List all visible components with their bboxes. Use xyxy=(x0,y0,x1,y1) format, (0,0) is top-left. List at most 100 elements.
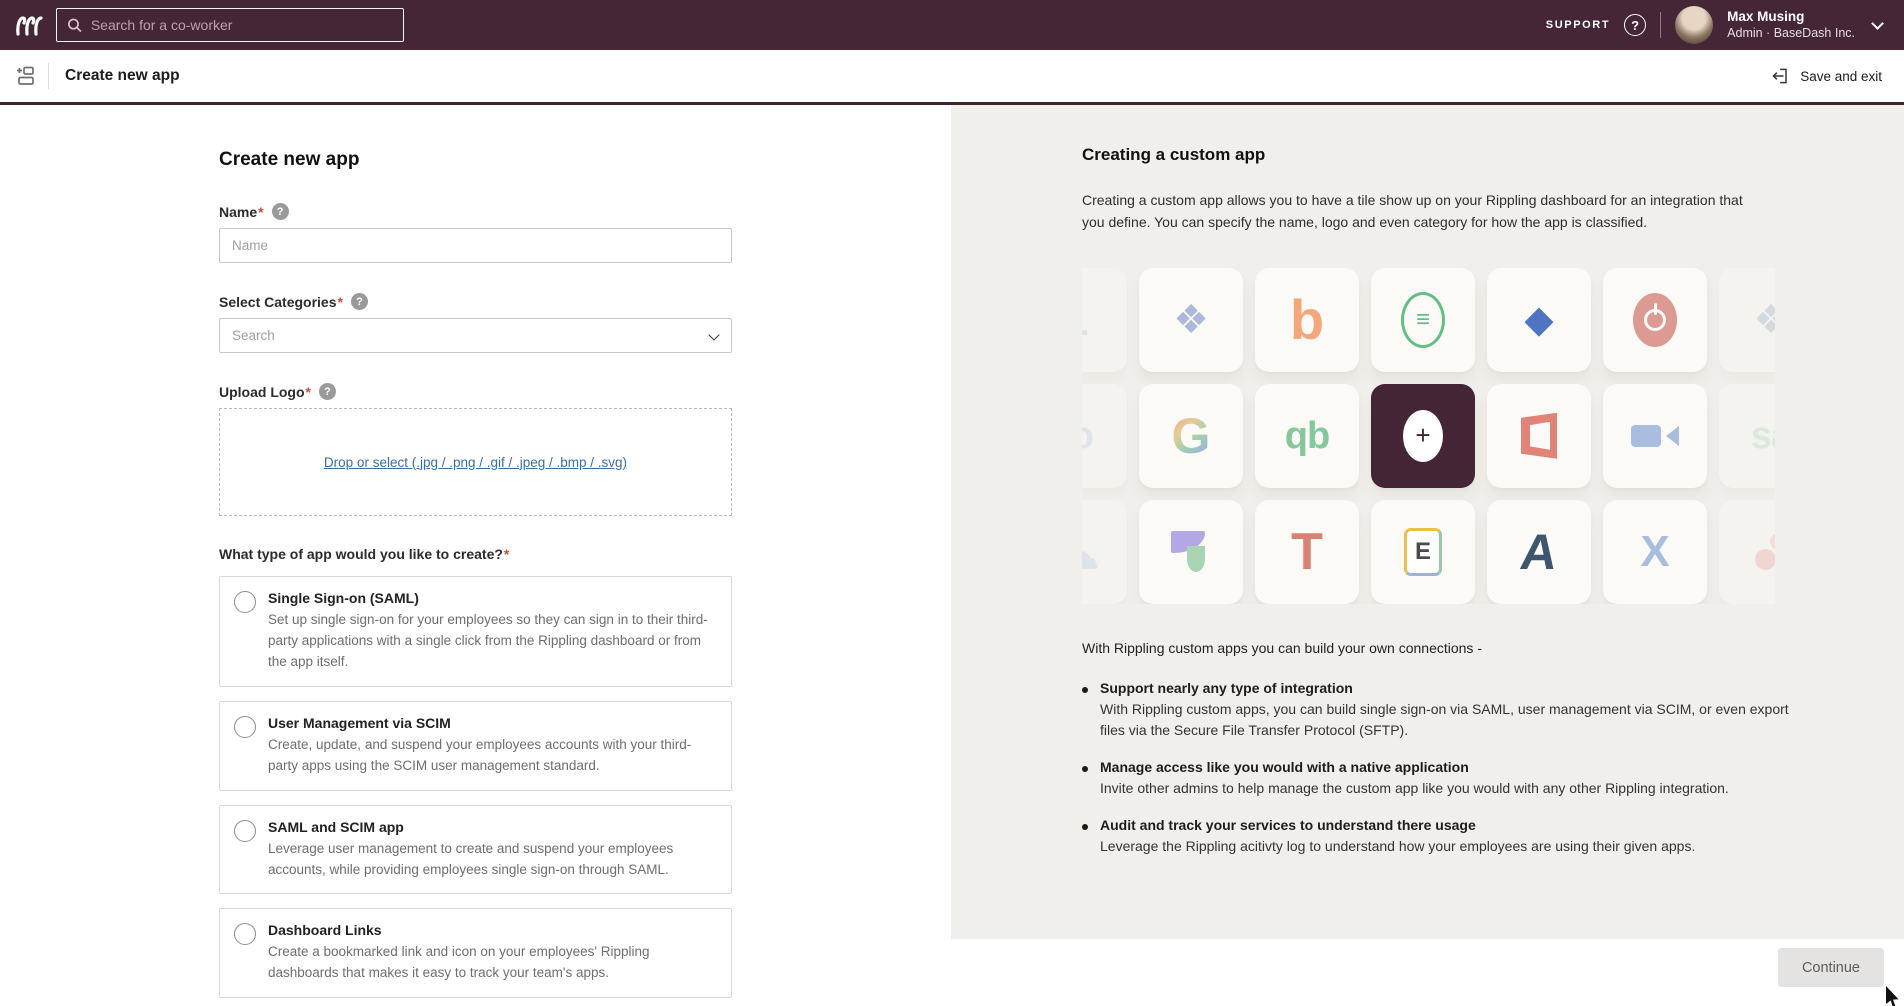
app-tile-letter-t: T xyxy=(1255,500,1359,604)
panel-heading: Creating a custom app xyxy=(1082,145,1864,165)
option-description: Create, update, and suspend your employe… xyxy=(268,735,715,777)
app-tile-leaf xyxy=(1139,500,1243,604)
app-tile-partial-dots xyxy=(1719,500,1775,604)
drop-or-select-link[interactable]: Drop or select (.jpg / .png / .gif / .jp… xyxy=(324,455,627,470)
option-description: Set up single sign-on for your employees… xyxy=(268,610,715,673)
upload-logo-label: Upload Logo* xyxy=(219,384,311,400)
chevron-down-icon[interactable] xyxy=(1871,17,1884,30)
panel-intro: Creating a custom app allows you to have… xyxy=(1082,189,1762,234)
app-tile-green-lines-oval: ≡ xyxy=(1371,268,1475,372)
app-tile-partial-ro: ro xyxy=(1082,384,1127,488)
categories-label: Select Categories* xyxy=(219,294,343,310)
app-tile-partial-cloud: ☁ xyxy=(1082,500,1127,604)
search-icon xyxy=(67,17,82,33)
required-asterisk: * xyxy=(258,204,263,220)
bullet-icon xyxy=(1082,687,1088,693)
support-link[interactable]: SUPPORT xyxy=(1546,19,1610,31)
exit-icon xyxy=(1771,66,1791,86)
app-type-question: What type of app would you like to creat… xyxy=(219,546,732,562)
plus-icon: + xyxy=(1403,410,1443,462)
app-tile-partial-sa: sa xyxy=(1719,384,1775,488)
option-dashboard-links[interactable]: Dashboard Links Create a bookmarked link… xyxy=(219,908,732,998)
form-heading: Create new app xyxy=(219,149,732,171)
user-name: Max Musing xyxy=(1727,9,1855,26)
option-title: Dashboard Links xyxy=(268,922,715,938)
app-tile-partial-one: 1 xyxy=(1082,268,1127,372)
required-asterisk: * xyxy=(504,546,509,562)
rippling-logo-icon[interactable] xyxy=(14,10,44,40)
list-item: Manage access like you would with a nati… xyxy=(1082,759,1812,800)
logo-dropzone[interactable]: Drop or select (.jpg / .png / .gif / .jp… xyxy=(219,408,732,516)
name-label: Name* xyxy=(219,204,264,220)
custom-app-info-pane: Creating a custom app Creating a custom … xyxy=(951,105,1904,939)
page-title: Create new app xyxy=(65,67,180,85)
app-tile-office xyxy=(1487,384,1591,488)
coworker-search[interactable] xyxy=(56,8,404,42)
header-divider xyxy=(1660,12,1661,38)
toolbar-divider xyxy=(48,63,49,89)
required-asterisk: * xyxy=(338,294,343,310)
leaf-icon xyxy=(1171,531,1211,573)
app-tile-e-card: E xyxy=(1371,500,1475,604)
categories-search-input[interactable] xyxy=(219,318,732,353)
save-and-exit-button[interactable]: Save and exit xyxy=(1771,66,1882,86)
app-tile-power xyxy=(1603,268,1707,372)
categories-help-icon[interactable]: ? xyxy=(351,293,368,310)
option-title: User Management via SCIM xyxy=(268,715,715,731)
page-toolbar: Create new app Save and exit xyxy=(0,50,1904,105)
top-header: SUPPORT ? Max Musing Admin · BaseDash In… xyxy=(0,0,1904,50)
option-description: Leverage user management to create and s… xyxy=(268,839,715,881)
required-asterisk: * xyxy=(306,384,311,400)
name-help-icon[interactable]: ? xyxy=(272,203,289,220)
list-item: Support nearly any type of integration W… xyxy=(1082,680,1812,742)
app-tile-partial-diamonds: ❖ xyxy=(1719,268,1775,372)
app-tile-custom-plus: + xyxy=(1371,384,1475,488)
bullet-icon xyxy=(1082,766,1088,772)
bullet-description: Invite other admins to help manage the c… xyxy=(1100,778,1729,800)
app-tile-grid: 1 ❖ b ≡ ◆ ❖ ro G qb + sa ☁ T xyxy=(1082,268,1775,604)
oval-lines-icon: ≡ xyxy=(1401,292,1445,348)
help-icon[interactable]: ? xyxy=(1624,14,1646,36)
app-tile-letter-a: A xyxy=(1487,500,1591,604)
app-tile-x-shapes: X xyxy=(1603,500,1707,604)
continue-button[interactable]: Continue xyxy=(1778,948,1884,987)
e-card-icon: E xyxy=(1404,528,1442,576)
upload-help-icon[interactable]: ? xyxy=(319,383,336,400)
benefits-list: Support nearly any type of integration W… xyxy=(1082,680,1812,858)
option-saml-and-scim[interactable]: SAML and SCIM app Leverage user manageme… xyxy=(219,805,732,895)
option-title: SAML and SCIM app xyxy=(268,819,715,835)
radio-button[interactable] xyxy=(234,716,256,738)
name-field[interactable] xyxy=(219,228,732,263)
app-tile-blue-diamond: ◆ xyxy=(1487,268,1591,372)
power-icon xyxy=(1633,293,1677,347)
option-title: Single Sign-on (SAML) xyxy=(268,590,715,606)
bullet-description: Leverage the Rippling acitivty log to un… xyxy=(1100,836,1695,858)
option-user-management-scim[interactable]: User Management via SCIM Create, update,… xyxy=(219,701,732,791)
option-description: Create a bookmarked link and icon on you… xyxy=(268,942,715,984)
bullet-title: Audit and track your services to underst… xyxy=(1100,817,1695,833)
connections-intro: With Rippling custom apps you can build … xyxy=(1082,640,1864,656)
option-single-sign-on-saml[interactable]: Single Sign-on (SAML) Set up single sign… xyxy=(219,576,732,687)
bullet-title: Manage access like you would with a nati… xyxy=(1100,759,1729,775)
app-tile-quickbooks: qb xyxy=(1255,384,1359,488)
app-list-icon[interactable] xyxy=(14,65,36,87)
user-menu[interactable]: Max Musing Admin · BaseDash Inc. xyxy=(1727,9,1855,42)
bullet-description: With Rippling custom apps, you can build… xyxy=(1100,699,1812,742)
categories-select[interactable] xyxy=(219,318,732,353)
user-role: Admin · BaseDash Inc. xyxy=(1727,26,1855,42)
app-tile-star-diamonds: ❖ xyxy=(1139,268,1243,372)
radio-button[interactable] xyxy=(234,820,256,842)
radio-button[interactable] xyxy=(234,923,256,945)
app-tile-letter-b: b xyxy=(1255,268,1359,372)
radio-button[interactable] xyxy=(234,591,256,613)
office-icon xyxy=(1521,413,1557,459)
dots-icon xyxy=(1753,531,1775,573)
video-camera-icon xyxy=(1631,421,1679,451)
save-and-exit-label: Save and exit xyxy=(1800,69,1882,84)
app-tile-google-g: G xyxy=(1139,384,1243,488)
create-app-form-pane: Create new app Name* ? Select Categories… xyxy=(0,105,951,939)
search-input[interactable] xyxy=(91,17,393,33)
avatar[interactable] xyxy=(1675,6,1713,44)
app-tile-video-camera xyxy=(1603,384,1707,488)
list-item: Audit and track your services to underst… xyxy=(1082,817,1812,858)
